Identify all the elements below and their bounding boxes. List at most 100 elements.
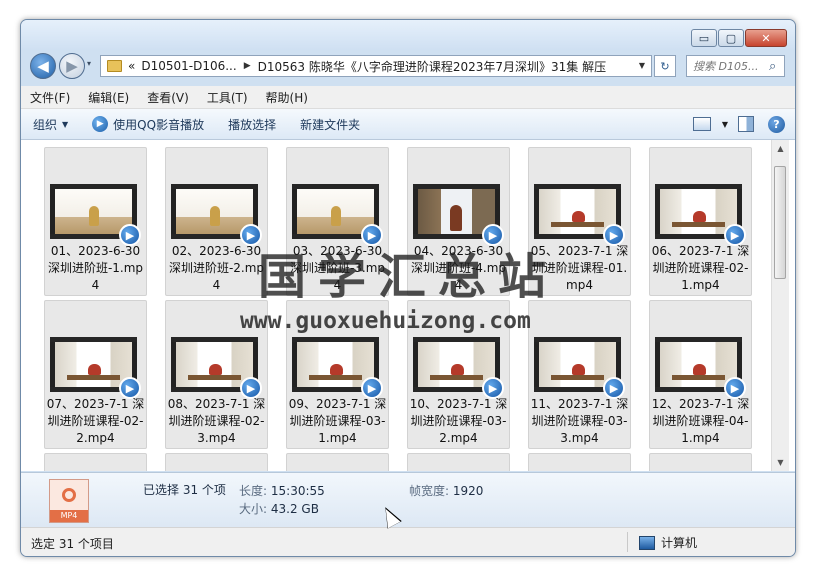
- menu-tools[interactable]: 工具(T): [198, 89, 257, 106]
- file-item-partial[interactable]: [528, 453, 631, 471]
- folder-icon: [107, 60, 122, 72]
- new-folder-button[interactable]: 新建文件夹: [288, 116, 372, 133]
- scroll-down-icon[interactable]: ▼: [772, 454, 789, 471]
- video-reel-icon: [62, 488, 76, 502]
- scrollbar-thumb[interactable]: [774, 166, 786, 279]
- thumbnail-desk: [551, 375, 604, 380]
- thumbnail-desk: [188, 375, 241, 380]
- scroll-up-icon[interactable]: ▲: [772, 140, 789, 157]
- duration-label: 长度:: [239, 484, 268, 498]
- thumbnail-desk: [430, 375, 483, 380]
- mp4-tag: MP4: [50, 510, 88, 522]
- frame-width: 帧宽度: 1920: [409, 482, 483, 499]
- thumbnail-person: [450, 205, 462, 231]
- file-name: 01、2023-6-30 深圳进阶班-1.mp4: [47, 244, 144, 292]
- file-item[interactable]: ▶ 07、2023-7-1 深圳进阶班课程-02-2.mp4: [44, 300, 147, 449]
- file-item-partial[interactable]: [165, 453, 268, 471]
- organize-button[interactable]: 组织 ▼: [21, 116, 80, 133]
- size: 大小: 43.2 GB: [239, 500, 319, 517]
- file-name: 08、2023-7-1 深圳进阶班课程-02-3.mp4: [167, 397, 266, 445]
- thumbnail-person: [572, 211, 585, 222]
- view-options-icon[interactable]: ▼: [722, 120, 728, 129]
- change-view-icon[interactable]: [692, 117, 711, 131]
- status-divider: [627, 532, 628, 552]
- duration: 长度: 15:30:55: [239, 482, 325, 499]
- menu-view[interactable]: 查看(V): [138, 89, 198, 106]
- vertical-scrollbar[interactable]: ▲ ▼: [771, 140, 789, 471]
- recent-pages-dropdown[interactable]: ▾: [87, 59, 91, 68]
- thumbnail-desk: [551, 222, 604, 227]
- file-item[interactable]: ▶ 11、2023-7-1 深圳进阶班课程-03-3.mp4: [528, 300, 631, 449]
- view-controls: ▼ ?: [687, 109, 795, 139]
- breadcrumb-parent[interactable]: D10501-D106...: [141, 59, 236, 73]
- file-name: 09、2023-7-1 深圳进阶班课程-03-1.mp4: [288, 397, 387, 445]
- size-value: 43.2 GB: [270, 502, 319, 516]
- file-name: 02、2023-6-30 深圳进阶班-2.mp4: [168, 244, 265, 292]
- thumbnail-person: [331, 206, 341, 226]
- file-name: 12、2023-7-1 深圳进阶班课程-04-1.mp4: [651, 397, 750, 445]
- thumbnail-person: [451, 364, 464, 375]
- file-name: 07、2023-7-1 深圳进阶班课程-02-2.mp4: [46, 397, 145, 445]
- menu-bar: 文件(F) 编辑(E) 查看(V) 工具(T) 帮助(H): [21, 86, 795, 109]
- search-icon[interactable]: ⌕: [769, 59, 776, 74]
- file-name: 11、2023-7-1 深圳进阶班课程-03-3.mp4: [530, 397, 629, 445]
- duration-value: 15:30:55: [270, 484, 325, 498]
- forward-button[interactable]: ▶: [59, 53, 85, 79]
- file-item-partial[interactable]: [407, 453, 510, 471]
- preview-pane-icon[interactable]: [738, 116, 754, 132]
- thumbnail-person: [693, 364, 706, 375]
- navigation-bar: ◀ ▶ ▾ « D10501-D106... ▶ D10563 陈晓华《八字命理…: [21, 50, 795, 82]
- thumbnail-desk: [672, 375, 725, 380]
- chevron-right-icon[interactable]: ▶: [244, 61, 251, 71]
- breadcrumb-overflow[interactable]: «: [128, 59, 135, 73]
- play-selection-button[interactable]: 播放选择: [216, 116, 288, 133]
- thumbnail-person: [209, 364, 222, 375]
- file-item-partial[interactable]: [44, 453, 147, 471]
- breadcrumb-current[interactable]: D10563 陈晓华《八字命理进阶课程2023年7月深圳》31集 解压: [258, 58, 607, 75]
- title-bar[interactable]: ▭ ▢ ✕: [21, 20, 795, 50]
- address-bar[interactable]: « D10501-D106... ▶ D10563 陈晓华《八字命理进阶课程20…: [100, 55, 652, 77]
- selected-count: 已选择 31 个项: [143, 483, 226, 497]
- file-item[interactable]: ▶ 06、2023-7-1 深圳进阶班课程-02-1.mp4: [649, 147, 752, 296]
- frame-width-label: 帧宽度:: [409, 484, 450, 498]
- menu-file[interactable]: 文件(F): [21, 89, 79, 106]
- thumbnail-person: [88, 364, 101, 375]
- maximize-button[interactable]: ▢: [718, 29, 744, 47]
- file-item-partial[interactable]: [286, 453, 389, 471]
- computer-icon: [639, 535, 655, 550]
- file-name: 06、2023-7-1 深圳进阶班课程-02-1.mp4: [651, 244, 750, 292]
- file-item[interactable]: ▶ 02、2023-6-30 深圳进阶班-2.mp4: [165, 147, 268, 296]
- qq-player-icon: ▶: [92, 116, 109, 132]
- status-location: 计算机: [639, 534, 697, 551]
- frame-width-value: 1920: [452, 484, 484, 498]
- address-dropdown-icon[interactable]: ▼: [639, 61, 645, 70]
- watermark-text: 国学汇总站: [258, 249, 559, 305]
- play-with-qq-button[interactable]: ▶ 使用QQ影音播放: [80, 116, 216, 133]
- file-item[interactable]: ▶ 12、2023-7-1 深圳进阶班课程-04-1.mp4: [649, 300, 752, 449]
- window-controls: ▭ ▢ ✕: [690, 29, 787, 47]
- thumbnail-desk: [672, 222, 725, 227]
- search-input[interactable]: [687, 58, 767, 74]
- command-bar: 组织 ▼ ▶ 使用QQ影音播放 播放选择 新建文件夹 ▼ ?: [21, 109, 795, 140]
- back-button[interactable]: ◀: [30, 53, 56, 79]
- watermark-url: www.guoxuehuizong.com: [240, 308, 531, 334]
- menu-help[interactable]: 帮助(H): [257, 89, 317, 106]
- search-box[interactable]: ⌕: [686, 55, 785, 77]
- thumbnail-person: [210, 206, 220, 226]
- size-label: 大小:: [239, 502, 268, 516]
- status-selection-text: 选定 31 个项目: [31, 537, 114, 551]
- menu-edit[interactable]: 编辑(E): [79, 89, 138, 106]
- minimize-button[interactable]: ▭: [691, 29, 717, 47]
- file-item[interactable]: ▶ 01、2023-6-30 深圳进阶班-1.mp4: [44, 147, 147, 296]
- file-item-partial[interactable]: [649, 453, 752, 471]
- refresh-button[interactable]: ↻: [654, 55, 676, 77]
- thumbnail-desk: [309, 375, 362, 380]
- thumbnail-desk: [67, 375, 120, 380]
- help-icon[interactable]: ?: [768, 115, 785, 133]
- status-bar: 选定 31 个项目 计算机: [21, 527, 795, 556]
- mp4-file-icon: MP4: [49, 479, 89, 523]
- close-button[interactable]: ✕: [745, 29, 787, 47]
- status-location-label: 计算机: [661, 536, 698, 550]
- thumbnail-person: [89, 206, 99, 226]
- thumbnail-person: [330, 364, 343, 375]
